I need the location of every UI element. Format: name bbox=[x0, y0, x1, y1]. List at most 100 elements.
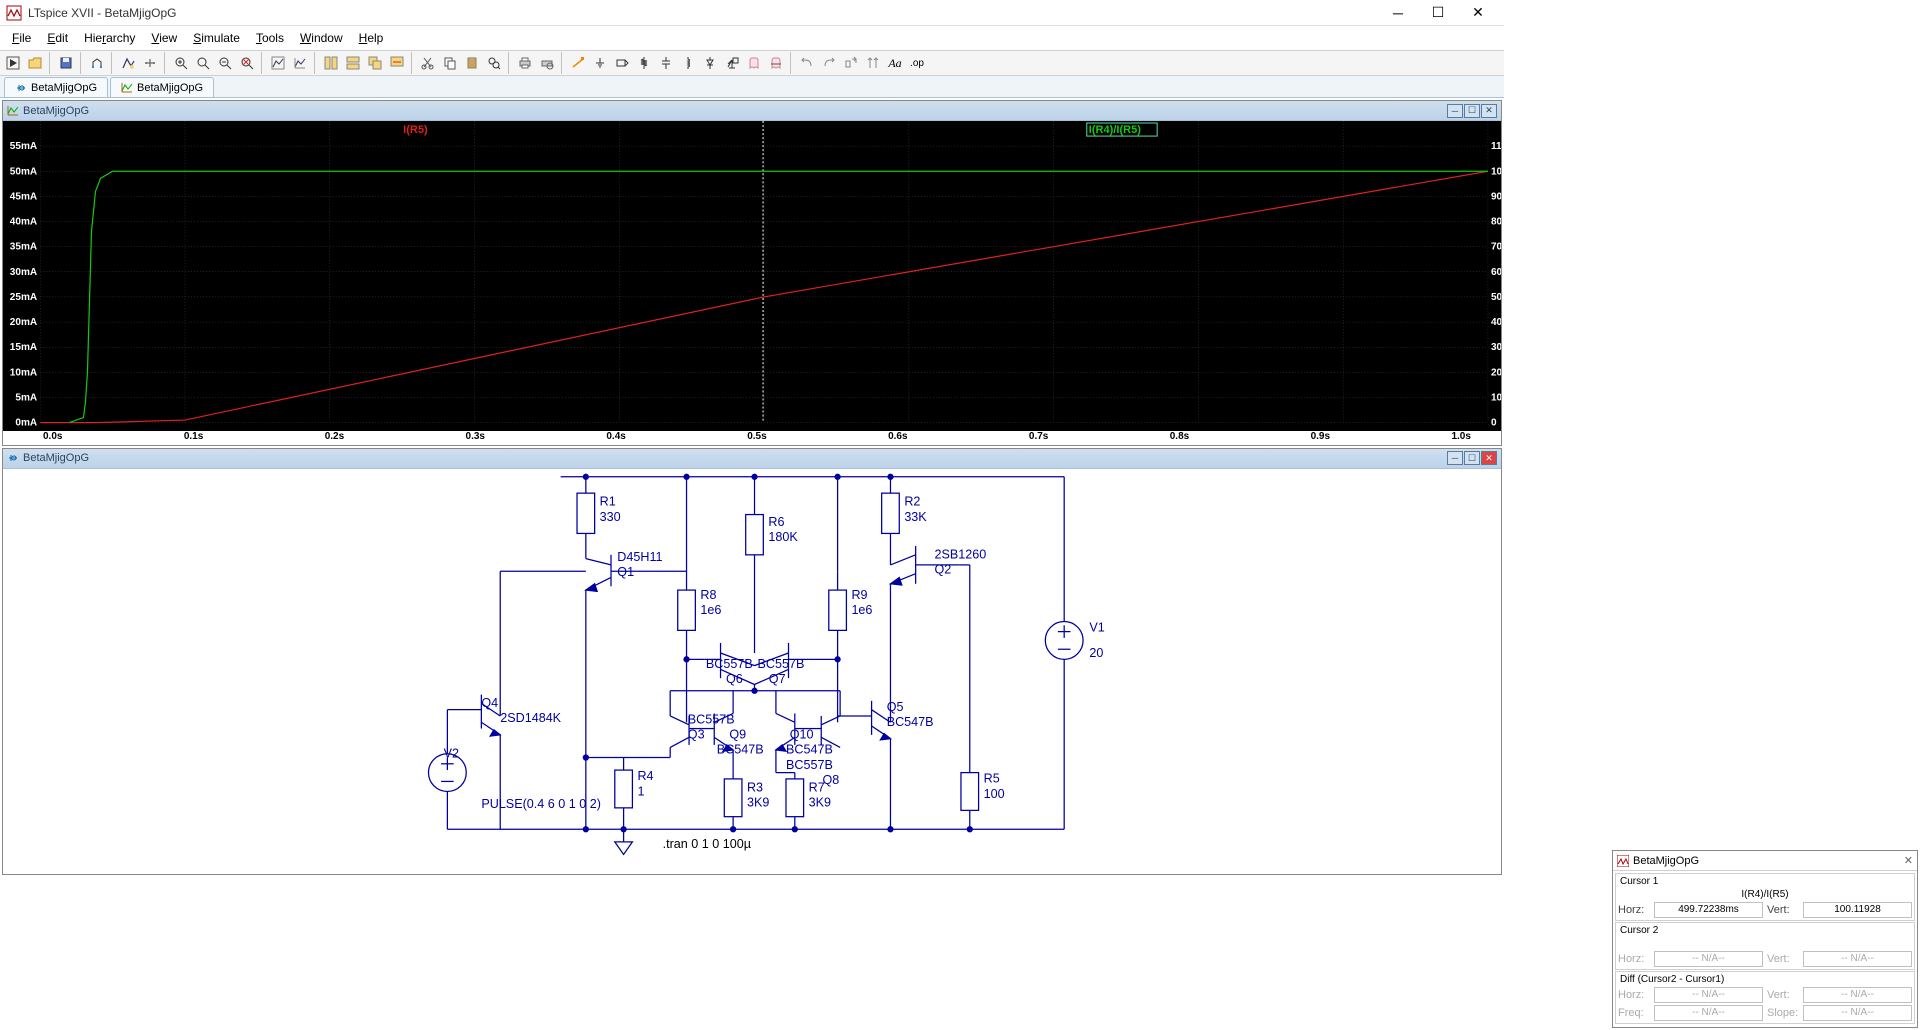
window-title: LTspice XVII - BetaMjigOpG bbox=[28, 6, 1378, 20]
zoom-pan-icon[interactable] bbox=[193, 53, 213, 73]
cursor-panel[interactable]: BetaMjigOpG ✕ Cursor 1 I(R4)/I(R5) Horz:… bbox=[1612, 850, 1918, 1028]
print-setup-icon[interactable] bbox=[537, 53, 557, 73]
svg-text:40: 40 bbox=[1491, 317, 1501, 328]
draw-wire-icon[interactable] bbox=[568, 53, 588, 73]
svg-text:Q3: Q3 bbox=[688, 727, 705, 741]
search-icon[interactable] bbox=[484, 53, 504, 73]
schematic-panel: BetaMjigOpG ─ ☐ ✕ bbox=[2, 448, 1502, 876]
ground-icon[interactable] bbox=[590, 53, 610, 73]
panel-close-button[interactable]: ✕ bbox=[1481, 104, 1497, 118]
cursor2-vert-value[interactable]: -- N/A-- bbox=[1803, 951, 1912, 967]
svg-text:15mA: 15mA bbox=[10, 342, 37, 353]
svg-text:100: 100 bbox=[984, 786, 1005, 800]
title-bar: LTspice XVII - BetaMjigOpG ─ ☐ ✕ bbox=[0, 0, 1504, 26]
control-panel-icon[interactable] bbox=[87, 53, 107, 73]
cursor-panel-close-button[interactable]: ✕ bbox=[1904, 854, 1913, 867]
spice-directive-icon[interactable]: .op bbox=[907, 53, 927, 73]
tab-waveform[interactable]: BetaMjigOpG bbox=[110, 77, 214, 97]
close-window-icon[interactable] bbox=[387, 53, 407, 73]
inductor-icon[interactable] bbox=[678, 53, 698, 73]
menu-window[interactable]: Window bbox=[292, 29, 351, 47]
svg-text:20mA: 20mA bbox=[10, 317, 37, 328]
tab-schematic[interactable]: BetaMjigOpG bbox=[4, 77, 108, 97]
svg-text:20: 20 bbox=[1089, 645, 1103, 659]
svg-text:30: 30 bbox=[1491, 342, 1501, 353]
paste-icon[interactable] bbox=[462, 53, 482, 73]
menu-tools[interactable]: Tools bbox=[248, 29, 292, 47]
svg-text:180K: 180K bbox=[768, 530, 798, 544]
resistor-icon[interactable] bbox=[634, 53, 654, 73]
diode-icon[interactable] bbox=[700, 53, 720, 73]
svg-text:Q1: Q1 bbox=[617, 565, 634, 579]
waveform-panel: BetaMjigOpG ─ ☐ ✕ 0mA5mA10mA15mA20mA25mA… bbox=[2, 100, 1502, 446]
undo-icon[interactable] bbox=[797, 53, 817, 73]
menu-bar: File Edit Hierarchy View Simulate Tools … bbox=[0, 26, 1504, 50]
cursor-panel-title: BetaMjigOpG ✕ bbox=[1613, 851, 1917, 871]
zoom-out-icon[interactable] bbox=[215, 53, 235, 73]
cursor1-horz-value[interactable]: 499.72238ms bbox=[1654, 902, 1763, 918]
svg-text:PULSE(0.4 6 0 1 0 2): PULSE(0.4 6 0 1 0 2) bbox=[481, 796, 601, 810]
schematic-canvas[interactable]: R1 330 D45H11 Q1 R6 180K R2 33K 2SB1260 … bbox=[3, 469, 1501, 875]
panel-maximize-button[interactable]: ☐ bbox=[1464, 104, 1480, 118]
component-icon[interactable] bbox=[722, 53, 742, 73]
drag-icon[interactable] bbox=[766, 53, 786, 73]
redo-icon[interactable] bbox=[819, 53, 839, 73]
text-icon[interactable]: Aa bbox=[885, 53, 905, 73]
capacitor-icon[interactable] bbox=[656, 53, 676, 73]
menu-edit[interactable]: Edit bbox=[39, 29, 76, 47]
open-icon[interactable] bbox=[25, 53, 45, 73]
menu-file[interactable]: File bbox=[4, 29, 39, 47]
svg-text:BC557B: BC557B bbox=[758, 657, 805, 671]
rotate-icon[interactable] bbox=[841, 53, 861, 73]
schematic-panel-title: BetaMjigOpG bbox=[7, 452, 1447, 464]
svg-text:2SB1260: 2SB1260 bbox=[935, 547, 987, 561]
mirror-icon[interactable] bbox=[863, 53, 883, 73]
tile-icon[interactable] bbox=[321, 53, 341, 73]
minimize-button[interactable]: ─ bbox=[1378, 1, 1418, 25]
cursor1-trace: I(R4)/I(R5) bbox=[1618, 888, 1912, 901]
halt-icon[interactable] bbox=[140, 53, 160, 73]
svg-text:60: 60 bbox=[1491, 267, 1501, 278]
svg-text:45mA: 45mA bbox=[10, 191, 37, 202]
save-icon[interactable] bbox=[56, 53, 76, 73]
cursor2-horz-value[interactable]: -- N/A-- bbox=[1654, 951, 1763, 967]
panel-minimize-button[interactable]: ─ bbox=[1447, 104, 1463, 118]
svg-text:1e6: 1e6 bbox=[851, 603, 872, 617]
menu-help[interactable]: Help bbox=[351, 29, 392, 47]
svg-text:70: 70 bbox=[1491, 242, 1501, 253]
cursor1-vert-value[interactable]: 100.11928 bbox=[1803, 902, 1912, 918]
print-icon[interactable] bbox=[515, 53, 535, 73]
copy-icon[interactable] bbox=[440, 53, 460, 73]
close-button[interactable]: ✕ bbox=[1458, 1, 1498, 25]
maximize-button[interactable]: ☐ bbox=[1418, 1, 1458, 25]
menu-view[interactable]: View bbox=[143, 29, 185, 47]
tile-horiz-icon[interactable] bbox=[343, 53, 363, 73]
svg-text:330: 330 bbox=[600, 509, 621, 523]
waveform-tab-icon bbox=[121, 82, 133, 94]
autorange-icon[interactable] bbox=[268, 53, 288, 73]
zoom-fit-icon[interactable] bbox=[237, 53, 257, 73]
svg-text:V2: V2 bbox=[444, 746, 459, 760]
panel-minimize-button[interactable]: ─ bbox=[1447, 451, 1463, 465]
svg-text:10mA: 10mA bbox=[10, 367, 37, 378]
move-icon[interactable] bbox=[744, 53, 764, 73]
zoom-in-icon[interactable] bbox=[171, 53, 191, 73]
menu-simulate[interactable]: Simulate bbox=[185, 29, 248, 47]
run-sim-icon[interactable] bbox=[118, 53, 138, 73]
panel-maximize-button[interactable]: ☐ bbox=[1464, 451, 1480, 465]
label-net-icon[interactable] bbox=[612, 53, 632, 73]
cut-icon[interactable] bbox=[418, 53, 438, 73]
panel-close-button[interactable]: ✕ bbox=[1481, 451, 1497, 465]
cascade-icon[interactable] bbox=[365, 53, 385, 73]
svg-text:R7: R7 bbox=[809, 780, 825, 794]
svg-text:2SD1484K: 2SD1484K bbox=[500, 711, 561, 725]
svg-text:20: 20 bbox=[1491, 367, 1501, 378]
menu-hierarchy[interactable]: Hierarchy bbox=[76, 29, 143, 47]
svg-text:1: 1 bbox=[637, 784, 644, 798]
svg-text:3K9: 3K9 bbox=[809, 795, 831, 809]
run-icon[interactable] bbox=[3, 53, 23, 73]
plot-area[interactable]: 0mA5mA10mA15mA20mA25mA30mA35mA40mA45mA50… bbox=[3, 121, 1501, 431]
svg-text:3K9: 3K9 bbox=[747, 795, 769, 809]
svg-text:90: 90 bbox=[1491, 191, 1501, 202]
plot-settings-icon[interactable] bbox=[290, 53, 310, 73]
